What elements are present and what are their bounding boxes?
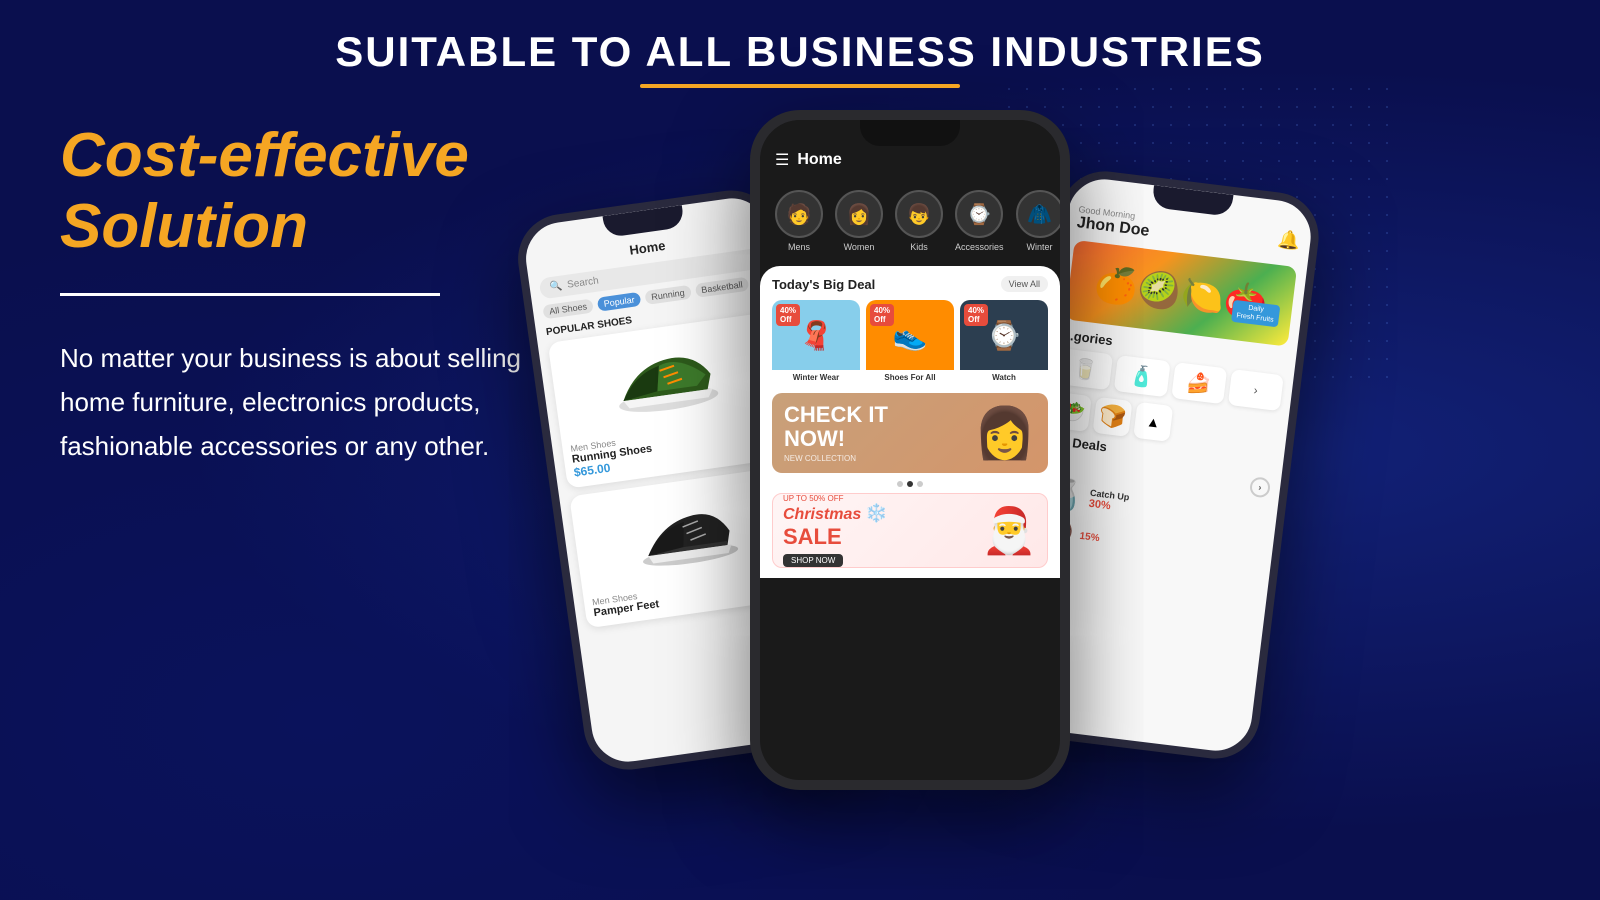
- promo-banner: CHECK IT NOW! NEW COLLECTION 👩: [772, 393, 1048, 473]
- category-accessories[interactable]: ⌚ Accessories: [955, 190, 1004, 252]
- category-circle-winter: 🧥: [1016, 190, 1060, 238]
- xmas-title: Christmas: [783, 506, 861, 524]
- dot-1: [897, 481, 903, 487]
- chips-info: 15%: [1079, 531, 1262, 564]
- tag-running[interactable]: Running: [644, 285, 691, 305]
- category-label-women: Women: [844, 242, 875, 252]
- category-label-mens: Mens: [788, 242, 810, 252]
- deal-label-watch: Watch: [960, 370, 1048, 385]
- description-text: No matter your business is about selling…: [60, 336, 560, 469]
- deals-title: Today's Big Deal: [772, 277, 875, 292]
- category-circle-accessories: ⌚: [955, 190, 1003, 238]
- page-title: SUITABLE TO ALL BUSINESS INDUSTRIES: [0, 28, 1600, 76]
- main-heading: Cost-effective Solution: [60, 120, 560, 263]
- tag-all-shoes[interactable]: All Shoes: [542, 298, 593, 319]
- deal-badge-winter: 40%Off: [776, 304, 800, 326]
- deals-grid: 🧣 40%Off Winter Wear 👟 40%Off Shoes For …: [772, 300, 1048, 385]
- page-header: SUITABLE TO ALL BUSINESS INDUSTRIES: [0, 0, 1600, 98]
- search-placeholder: Search: [566, 275, 599, 290]
- snowflake-icon: ❄️: [865, 503, 887, 524]
- deal-badge-shoes: 40%Off: [870, 304, 894, 326]
- heading-line2: Solution: [60, 192, 308, 261]
- view-all-button[interactable]: View All: [1001, 276, 1048, 292]
- cat-item-3[interactable]: 🍰: [1171, 362, 1227, 404]
- chips-discount: 15%: [1079, 531, 1262, 564]
- xmas-small-text: UP TO 50% OFF: [783, 494, 973, 503]
- dot-2: [907, 481, 913, 487]
- banner-person: 👩: [974, 404, 1036, 463]
- phone-center-notch: [860, 120, 960, 146]
- xmas-banner: UP TO 50% OFF Christmas ❄️ SALE SHOP NOW…: [772, 493, 1048, 568]
- category-label-winter: Winter: [1027, 242, 1053, 252]
- deal-card-watch[interactable]: ⌚ 40%Off Watch: [960, 300, 1048, 385]
- center-content: ☰ Home 🧑 Mens 👩 Women 👦 Kids ⌚: [760, 120, 1060, 780]
- tag-basketball[interactable]: Basketball: [694, 277, 749, 298]
- bell-icon: 🔔: [1277, 229, 1302, 253]
- cat-extra-triangle[interactable]: ▲: [1133, 402, 1173, 442]
- hamburger-icon: ☰: [775, 150, 789, 170]
- banner-line2: NOW!: [784, 427, 888, 451]
- search-icon: 🔍: [549, 281, 563, 294]
- cat-extra-2[interactable]: 🍞: [1092, 397, 1132, 437]
- cat-item-arrow[interactable]: ›: [1228, 369, 1284, 411]
- banner-sub: NEW COLLECTION: [784, 454, 888, 463]
- category-circle-kids: 👦: [895, 190, 943, 238]
- category-row: 🧑 Mens 👩 Women 👦 Kids ⌚ Accessories 🧥: [760, 182, 1060, 264]
- deal-card-shoes[interactable]: 👟 40%Off Shoes For All: [866, 300, 954, 385]
- deals-section: Today's Big Deal View All 🧣 40%Off Winte…: [760, 266, 1060, 578]
- deal-label-shoes: Shoes For All: [866, 370, 954, 385]
- deal-badge-watch: 40%Off: [964, 304, 988, 326]
- phone-center: ☰ Home 🧑 Mens 👩 Women 👦 Kids ⌚: [750, 110, 1070, 790]
- xmas-person: 🎅: [981, 504, 1037, 557]
- fruits-image: 🍊🥝🍋🍅: [1065, 240, 1297, 347]
- category-winter[interactable]: 🧥 Winter: [1016, 190, 1060, 252]
- dot-3: [917, 481, 923, 487]
- divider: [60, 293, 440, 296]
- heading-line1: Cost-effective: [60, 121, 469, 190]
- deal-label-winter: Winter Wear: [772, 370, 860, 385]
- category-label-accessories: Accessories: [955, 242, 1004, 252]
- xmas-text: UP TO 50% OFF Christmas ❄️ SALE SHOP NOW: [783, 494, 973, 568]
- banner-line1: CHECK IT: [784, 403, 888, 427]
- category-women[interactable]: 👩 Women: [835, 190, 883, 252]
- center-home-title: Home: [797, 151, 841, 169]
- category-label-kids: Kids: [910, 242, 928, 252]
- category-kids[interactable]: 👦 Kids: [895, 190, 943, 252]
- phones-container: Home 🔍 Search All Shoes Popular Running …: [520, 80, 1600, 900]
- banner-dots: [772, 481, 1048, 487]
- deal-card-winter[interactable]: 🧣 40%Off Winter Wear: [772, 300, 860, 385]
- header-underline: [640, 84, 960, 88]
- cat-item-2[interactable]: 🧴: [1114, 355, 1170, 397]
- category-circle-women: 👩: [835, 190, 883, 238]
- category-circle-mens: 🧑: [775, 190, 823, 238]
- left-section: Cost-effective Solution No matter your b…: [60, 120, 560, 468]
- xmas-sale-text: SALE: [783, 524, 973, 550]
- deals-header: Today's Big Deal View All: [772, 276, 1048, 292]
- discount-circle: ›: [1249, 476, 1271, 498]
- tag-popular[interactable]: Popular: [597, 292, 642, 312]
- shop-now-btn[interactable]: SHOP NOW: [783, 554, 843, 567]
- category-mens[interactable]: 🧑 Mens: [775, 190, 823, 252]
